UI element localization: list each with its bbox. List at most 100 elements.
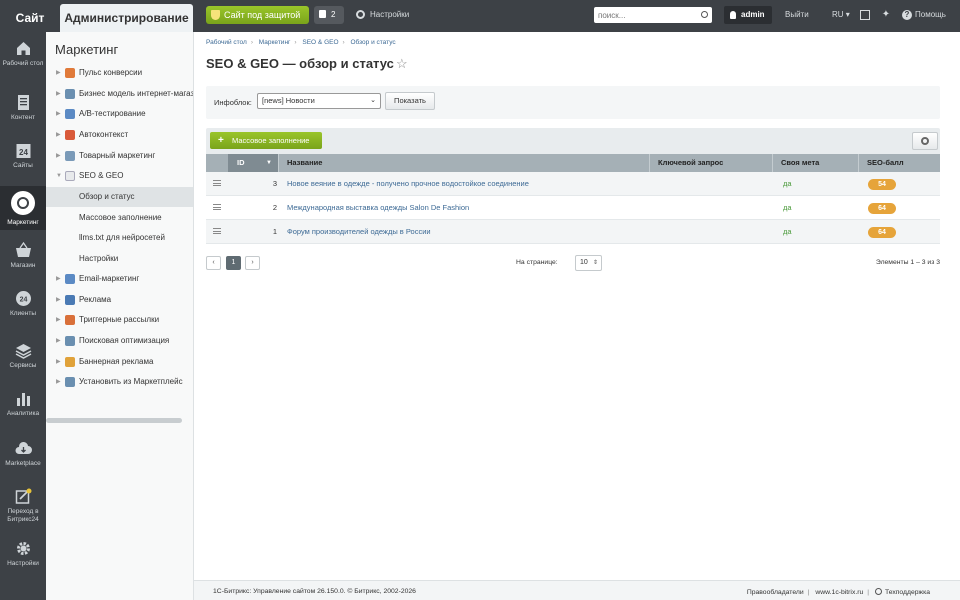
- table-row[interactable]: 1 Форум производителей одежды в России д…: [206, 220, 940, 244]
- rail-label: Рабочий стол: [2, 60, 44, 67]
- table-row[interactable]: 2 Международная выставка одежды Salon De…: [206, 196, 940, 220]
- breadcrumb-overview[interactable]: Обзор и статус: [351, 39, 396, 46]
- row-id: 1: [272, 227, 277, 236]
- row-menu-icon[interactable]: [213, 204, 221, 210]
- search-input[interactable]: [594, 7, 694, 23]
- next-page-button[interactable]: ›: [245, 256, 260, 270]
- menu-item-mass-fill[interactable]: Массовое заполнение: [46, 208, 193, 228]
- menu-item-banner-ads[interactable]: ▶ Баннерная реклама: [46, 352, 193, 372]
- rail-content[interactable]: Контент: [0, 94, 46, 130]
- layers-icon: [15, 344, 31, 359]
- rail-marketplace[interactable]: Marketplace: [0, 440, 46, 476]
- help-link[interactable]: ? Помощь: [902, 6, 946, 24]
- show-button[interactable]: Показать: [385, 92, 435, 110]
- breadcrumb-desktop[interactable]: Рабочий стол: [206, 39, 247, 46]
- column-keyword[interactable]: Ключевой запрос: [649, 154, 772, 172]
- rail-desktop[interactable]: Рабочий стол: [0, 40, 46, 82]
- menu-item-trigger-mailings[interactable]: ▶ Триггерные рассылки: [46, 310, 193, 330]
- site-protection-button[interactable]: Сайт под защитой: [206, 6, 309, 24]
- target-icon: [11, 191, 35, 215]
- column-seo-score[interactable]: SEO-балл: [858, 154, 940, 172]
- table-row[interactable]: 3 Новое веяние в одежде - получено прочн…: [206, 172, 940, 196]
- footer-separator: |: [807, 589, 810, 596]
- rail-services[interactable]: Сервисы: [0, 342, 46, 378]
- chevron-right-icon: ▶: [56, 297, 61, 303]
- menu-item-conversion[interactable]: ▶ Пульс конверсии: [46, 63, 193, 83]
- per-page-label: На странице:: [516, 259, 558, 266]
- chevron-down-icon: ▼: [56, 173, 62, 179]
- clients-number: 24: [19, 297, 27, 304]
- search-icon[interactable]: [701, 11, 708, 18]
- chevron-right-icon: ▶: [56, 338, 61, 344]
- menu-item-overview[interactable]: Обзор и статус: [46, 187, 193, 207]
- menu-item-marketplace-install[interactable]: ▶ Установить из Маркетплейс: [46, 372, 193, 392]
- menu-item-seo-settings[interactable]: Настройки: [46, 249, 193, 269]
- row-name-link[interactable]: Форум производителей одежды в России: [287, 220, 431, 244]
- pin-icon[interactable]: ✦: [881, 10, 891, 20]
- rail-clients[interactable]: 24 Клиенты: [0, 290, 46, 326]
- menu-item-ads[interactable]: ▶ Реклама: [46, 290, 193, 310]
- rail-settings[interactable]: Настройки: [0, 540, 46, 576]
- menu-item-label: Настройки: [79, 254, 119, 263]
- column-own-meta[interactable]: Своя мета: [772, 154, 858, 172]
- menu-item-label: Поисковая оптимизация: [79, 336, 170, 345]
- user-menu[interactable]: admin: [724, 6, 772, 24]
- menu-title: Маркетинг: [55, 42, 119, 57]
- notification-icon: [319, 10, 326, 18]
- footer-site-link[interactable]: www.1c-bitrix.ru: [815, 589, 863, 596]
- iblock-select[interactable]: [news] Новости ⌄: [257, 93, 381, 109]
- menu-item-business-model[interactable]: ▶ Бизнес модель интернет-магазин: [46, 84, 193, 104]
- top-settings-link[interactable]: Настройки: [356, 6, 409, 24]
- grid-settings-button[interactable]: [912, 132, 938, 150]
- row-menu-icon[interactable]: [213, 228, 221, 234]
- rail-shop[interactable]: Магазин: [0, 242, 46, 278]
- rail-marketing[interactable]: Маркетинг: [0, 186, 46, 230]
- iblock-selected: [news] Новости: [262, 96, 315, 105]
- chevron-right-icon: ▶: [56, 91, 61, 97]
- page-button-current[interactable]: 1: [226, 256, 241, 270]
- filter-panel: Инфоблок: [news] Новости ⌄ Показать: [206, 86, 940, 119]
- menu-item-product-marketing[interactable]: ▶ Товарный маркетинг: [46, 146, 193, 166]
- rail-analytics[interactable]: Аналитика: [0, 390, 46, 426]
- prev-page-button[interactable]: ‹: [206, 256, 221, 270]
- column-id[interactable]: ID ▼: [228, 154, 278, 172]
- seo-score-badge: 64: [868, 227, 896, 238]
- tab-site[interactable]: Сайт: [0, 4, 60, 32]
- rail-sites[interactable]: 24 Сайты: [0, 142, 46, 178]
- panel-settings-icon[interactable]: [860, 10, 870, 20]
- seo-score-badge: 54: [868, 179, 896, 190]
- row-name-link[interactable]: Международная выставка одежды Salon De F…: [287, 196, 469, 220]
- menu-item-llms[interactable]: llms.txt для нейросетей: [46, 228, 193, 248]
- row-menu-icon[interactable]: [213, 180, 221, 186]
- language-select[interactable]: RU ▾: [832, 6, 850, 24]
- ads-icon: [65, 295, 75, 305]
- menu-item-search-optimization[interactable]: ▶ Поисковая оптимизация: [46, 331, 193, 351]
- per-page-value: 10: [580, 259, 588, 266]
- row-own-meta: да: [783, 203, 792, 212]
- column-name[interactable]: Название: [278, 154, 649, 172]
- favorite-star-icon[interactable]: ☆: [396, 56, 408, 72]
- footer-support-link[interactable]: Техподдержка: [885, 589, 930, 596]
- breadcrumb-marketing[interactable]: Маркетинг: [259, 39, 291, 46]
- breadcrumb-seo-geo[interactable]: SEO & GEO: [302, 39, 338, 46]
- tab-admin[interactable]: Администрирование: [60, 4, 193, 32]
- row-name-link[interactable]: Новое веяние в одежде - получено прочное…: [287, 172, 529, 196]
- menu-item-seo-geo[interactable]: ▼ SEO & GEO: [46, 166, 193, 186]
- menu-item-autocontext[interactable]: ▶ Автоконтекст: [46, 125, 193, 145]
- notifications-button[interactable]: 2: [314, 6, 344, 24]
- language-label: RU: [832, 10, 844, 19]
- menu-item-label: Автоконтекст: [79, 130, 129, 139]
- calendar-icon: 24: [16, 144, 30, 158]
- footer-owners-link[interactable]: Правообладатели: [747, 589, 804, 596]
- menu-item-ab-testing[interactable]: ▶ A/B-тестирование: [46, 104, 193, 124]
- help-icon: ?: [902, 10, 912, 20]
- rail-bitrix24[interactable]: Переход в Битрикс24: [0, 488, 46, 532]
- top-settings-label: Настройки: [370, 10, 410, 19]
- mass-fill-button[interactable]: + Массовое заполнение: [210, 132, 322, 149]
- menu-item-email-marketing[interactable]: ▶ Email-маркетинг: [46, 269, 193, 289]
- menu-item-label: Пульс конверсии: [79, 68, 143, 77]
- logout-link[interactable]: Выйти: [785, 6, 809, 24]
- rail-label: Сайты: [13, 162, 33, 169]
- per-page-select[interactable]: 10 ⇕: [575, 255, 602, 271]
- menu-scrollbar[interactable]: [46, 418, 182, 423]
